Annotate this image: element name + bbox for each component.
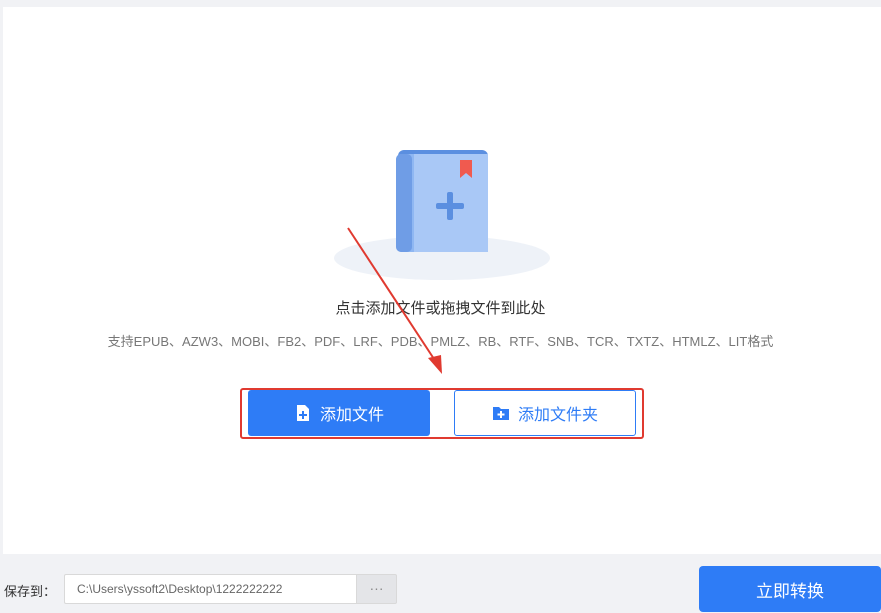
add-folder-label: 添加文件夹	[517, 407, 598, 424]
convert-button[interactable]: 立即转换	[699, 566, 881, 612]
browse-button[interactable]: ···	[356, 574, 397, 604]
supported-formats: 支持EPUB、AZW3、MOBI、FB2、PDF、LRF、PDB、PMLZ、RB…	[107, 334, 774, 349]
add-file-button[interactable]: 添加文件	[248, 390, 430, 436]
save-path-field[interactable]	[64, 574, 356, 604]
folder-plus-icon	[492, 407, 509, 420]
add-file-label: 添加文件	[319, 407, 384, 424]
book-plus-icon[interactable]	[330, 140, 555, 290]
save-to-label: 保存到：	[4, 584, 57, 599]
add-folder-button[interactable]: 添加文件夹	[454, 390, 636, 436]
file-plus-icon	[296, 405, 309, 421]
drop-hint: 点击添加文件或拖拽文件到此处	[335, 300, 546, 317]
